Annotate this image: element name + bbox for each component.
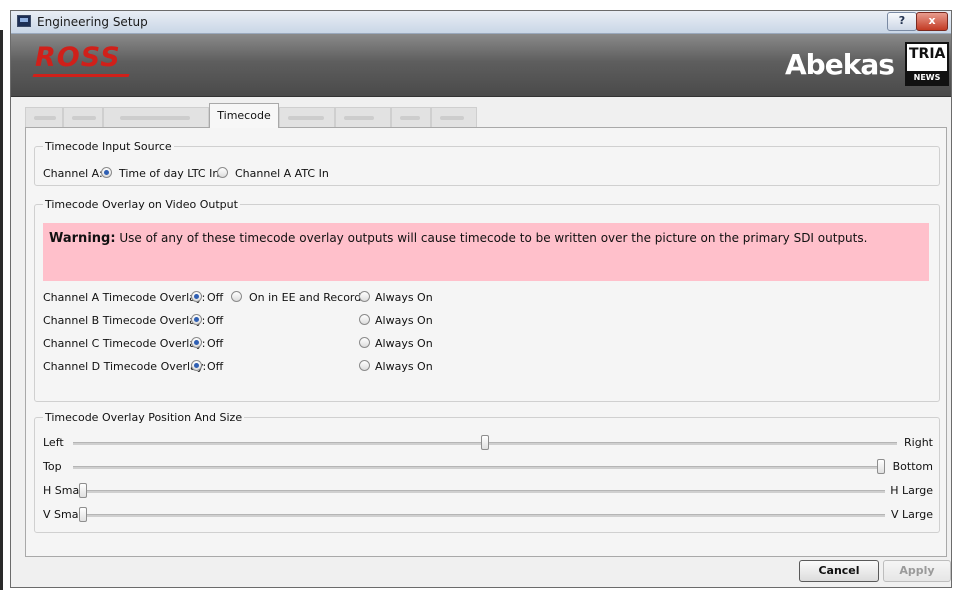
radio-b-off[interactable] [191, 314, 202, 325]
window-title: Engineering Setup [37, 15, 148, 29]
ross-logo-underline [32, 74, 130, 77]
radio-b-off-label[interactable]: Off [207, 314, 223, 327]
radio-d-always-on-label[interactable]: Always On [375, 360, 433, 373]
brand-banner: ROSS Abekas TRIA NEWS [11, 34, 951, 97]
slider-right-label: Right [904, 436, 933, 449]
slider-left-right-handle[interactable] [481, 435, 489, 450]
news-badge-text: NEWS [907, 71, 947, 84]
slider-top-bottom: Top Bottom [35, 459, 941, 475]
tria-badge-text: TRIA [909, 46, 946, 62]
close-button[interactable]: x [916, 12, 948, 31]
tab-blurred-5[interactable] [335, 107, 391, 127]
tab-blurred-3[interactable] [103, 107, 209, 127]
overlay-row-c-label: Channel C Timecode Overlay: [43, 337, 206, 350]
channel-a-label: Channel A: [43, 167, 103, 180]
radio-a-on-ee-record[interactable] [231, 291, 242, 302]
slider-top-bottom-track[interactable] [73, 466, 885, 469]
radio-d-always-on[interactable] [359, 360, 370, 371]
warning-message: Warning: Use of any of these timecode ov… [49, 231, 867, 246]
tab-blurred-4[interactable] [279, 107, 335, 127]
slider-h-size-track[interactable] [79, 490, 885, 493]
slider-left-right: Left Right [35, 435, 941, 451]
tab-blurred-1[interactable] [25, 107, 63, 127]
engineering-setup-window: Engineering Setup ? x ROSS Abekas TRIA N… [10, 10, 952, 588]
radio-a-off-label[interactable]: Off [207, 291, 223, 304]
overlay-group: Timecode Overlay on Video Output Warning… [34, 198, 940, 402]
radio-b-always-on-label[interactable]: Always On [375, 314, 433, 327]
radio-d-off-label[interactable]: Off [207, 360, 223, 373]
slider-v-size-handle[interactable] [79, 507, 87, 522]
ross-logo: ROSS [35, 42, 121, 73]
window-left-edge [0, 30, 3, 590]
overlay-row-a-label: Channel A Timecode Overlay: [43, 291, 206, 304]
input-source-legend: Timecode Input Source [43, 140, 174, 153]
radio-a-always-on[interactable] [359, 291, 370, 302]
radio-channel-a-atc[interactable] [217, 167, 228, 178]
warning-box: Warning: Use of any of these timecode ov… [43, 223, 929, 281]
tab-blurred-6[interactable] [391, 107, 431, 127]
radio-a-on-ee-record-label[interactable]: On in EE and Record [249, 291, 361, 304]
apply-button[interactable]: Apply [883, 560, 951, 582]
radio-c-off[interactable] [191, 337, 202, 348]
slider-bottom-label: Bottom [892, 460, 933, 473]
slider-left-label: Left [43, 436, 64, 449]
overlay-row-d-label: Channel D Timecode Overlay: [43, 360, 207, 373]
title-bar[interactable]: Engineering Setup ? x [11, 11, 951, 34]
radio-c-off-label[interactable]: Off [207, 337, 223, 350]
slider-h-large-label: H Large [890, 484, 933, 497]
radio-c-always-on[interactable] [359, 337, 370, 348]
warning-text: Use of any of these timecode overlay out… [119, 231, 868, 245]
radio-c-always-on-label[interactable]: Always On [375, 337, 433, 350]
slider-v-size: V Small V Large [35, 507, 941, 523]
slider-h-size: H Small H Large [35, 483, 941, 499]
radio-a-off[interactable] [191, 291, 202, 302]
radio-time-of-day-ltc[interactable] [101, 167, 112, 178]
tab-timecode[interactable]: Timecode [209, 103, 279, 128]
radio-label-time-of-day-ltc[interactable]: Time of day LTC In [119, 167, 219, 180]
slider-top-label: Top [43, 460, 62, 473]
radio-label-channel-a-atc[interactable]: Channel A ATC In [235, 167, 329, 180]
abekas-logo: Abekas [785, 48, 895, 81]
radio-d-off[interactable] [191, 360, 202, 371]
tab-blurred-2[interactable] [63, 107, 103, 127]
warning-label: Warning: [49, 231, 116, 246]
cancel-button[interactable]: Cancel [799, 560, 879, 582]
help-button[interactable]: ? [887, 12, 917, 31]
slider-v-large-label: V Large [891, 508, 933, 521]
overlay-row-b-label: Channel B Timecode Overlay: [43, 314, 206, 327]
position-size-legend: Timecode Overlay Position And Size [43, 411, 245, 424]
overlay-legend: Timecode Overlay on Video Output [43, 198, 240, 211]
radio-a-always-on-label[interactable]: Always On [375, 291, 433, 304]
slider-h-size-handle[interactable] [79, 483, 87, 498]
radio-b-always-on[interactable] [359, 314, 370, 325]
timecode-panel: Timecode Input Source Channel A: Time of… [25, 127, 947, 557]
slider-v-size-track[interactable] [79, 514, 885, 517]
tab-blurred-7[interactable] [431, 107, 477, 127]
position-size-group: Timecode Overlay Position And Size Left … [34, 411, 941, 533]
app-monitor-icon [17, 15, 31, 27]
tab-timecode-label: Timecode [217, 109, 271, 122]
slider-top-bottom-handle[interactable] [877, 459, 885, 474]
tria-news-badge: TRIA NEWS [905, 42, 949, 86]
input-source-group: Timecode Input Source Channel A: Time of… [34, 140, 940, 186]
